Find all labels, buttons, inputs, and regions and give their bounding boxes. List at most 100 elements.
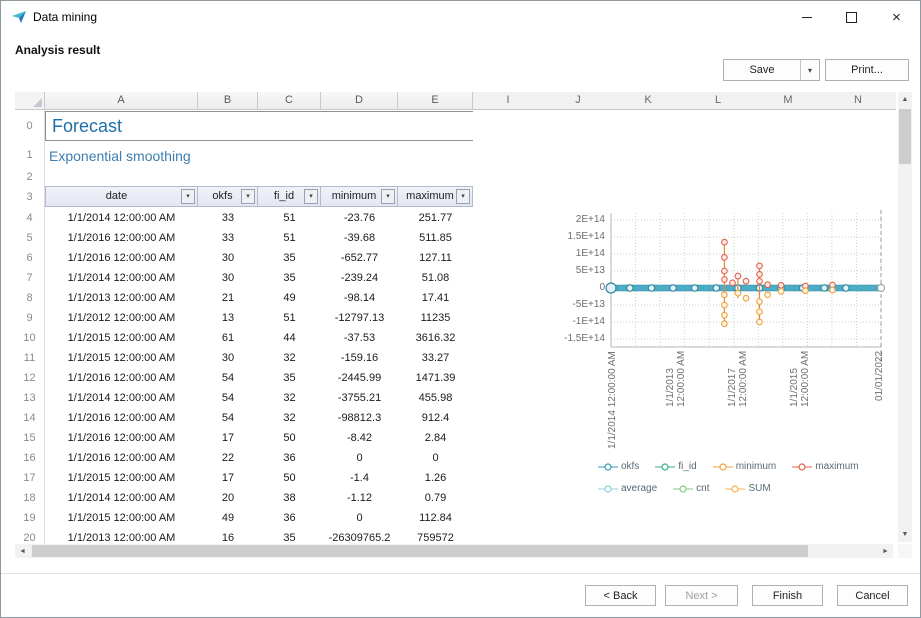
subtitle-cell[interactable]: Exponential smoothing [49,148,191,164]
row-number[interactable]: 10 [15,328,44,348]
column-header-B[interactable]: B [198,92,258,109]
table-cell[interactable]: 33.27 [398,348,473,368]
table-cell[interactable]: 13 [198,308,258,328]
table-cell[interactable]: -37.53 [321,328,398,348]
filter-header-date[interactable]: date▾ [45,186,198,207]
table-cell[interactable]: -39.68 [321,228,398,248]
table-cell[interactable]: 17.41 [398,288,473,308]
row-number[interactable]: 9 [15,308,44,328]
row-number[interactable]: 4 [15,208,44,228]
title-bar[interactable]: Data mining × [1,1,920,33]
forecast-title-cell[interactable]: Forecast [45,111,473,141]
select-all-corner[interactable] [15,92,45,109]
table-cell[interactable]: 50 [258,468,321,488]
table-cell[interactable]: -1.4 [321,468,398,488]
scroll-down-icon[interactable]: ▼ [898,527,912,542]
filter-header-maximum[interactable]: maximum▾ [398,186,473,207]
table-cell[interactable]: 33 [198,228,258,248]
table-cell[interactable]: 32 [258,408,321,428]
row-number[interactable]: 0 [15,110,44,142]
table-cell[interactable]: -1.12 [321,488,398,508]
table-cell[interactable]: 16 [198,528,258,544]
table-cell[interactable]: 1/1/2014 12:00:00 AM [45,268,198,288]
table-cell[interactable]: 1/1/2014 12:00:00 AM [45,388,198,408]
row-number[interactable]: 15 [15,428,44,448]
table-cell[interactable]: 36 [258,448,321,468]
row-number[interactable]: 11 [15,348,44,368]
table-cell[interactable]: -26309765.2 [321,528,398,544]
horizontal-scrollbar[interactable]: ◄ ► [15,544,893,558]
table-cell[interactable]: 1/1/2014 12:00:00 AM [45,208,198,228]
column-header-far[interactable]: J [575,92,581,109]
table-cell[interactable]: 54 [198,368,258,388]
table-cell[interactable]: 1/1/2016 12:00:00 AM [45,368,198,388]
filter-dropdown-button[interactable]: ▾ [241,189,255,204]
table-cell[interactable]: 251.77 [398,208,473,228]
table-cell[interactable]: 1/1/2013 12:00:00 AM [45,528,198,544]
row-number[interactable]: 12 [15,368,44,388]
table-cell[interactable]: 1/1/2015 12:00:00 AM [45,508,198,528]
column-header-far[interactable]: L [715,92,721,109]
column-header-far[interactable]: M [783,92,792,109]
table-cell[interactable]: 44 [258,328,321,348]
row-number[interactable]: 6 [15,248,44,268]
table-cell[interactable]: 127.11 [398,248,473,268]
maximize-button[interactable] [829,2,874,33]
column-header-E[interactable]: E [398,92,473,109]
table-cell[interactable]: -98.14 [321,288,398,308]
table-cell[interactable]: -98812.3 [321,408,398,428]
table-cell[interactable]: 455.98 [398,388,473,408]
cancel-button[interactable]: Cancel [837,585,908,606]
filter-header-fi_id[interactable]: fi_id▾ [258,186,321,207]
table-cell[interactable]: -159.16 [321,348,398,368]
table-cell[interactable]: 0 [321,508,398,528]
table-cell[interactable]: 2.84 [398,428,473,448]
table-cell[interactable]: 0.79 [398,488,473,508]
table-cell[interactable]: 1471.39 [398,368,473,388]
table-cell[interactable]: 30 [198,268,258,288]
column-header-far[interactable]: I [506,92,509,109]
table-cell[interactable]: 0 [321,448,398,468]
row-number[interactable]: 2 [15,168,44,186]
table-cell[interactable]: 36 [258,508,321,528]
row-number[interactable]: 7 [15,268,44,288]
column-header-far[interactable]: K [644,92,651,109]
row-number[interactable]: 13 [15,388,44,408]
filter-header-okfs[interactable]: okfs▾ [198,186,258,207]
table-cell[interactable]: 33 [198,208,258,228]
table-cell[interactable]: 54 [198,408,258,428]
table-cell[interactable]: 0 [398,448,473,468]
table-cell[interactable]: -3755.21 [321,388,398,408]
row-number[interactable]: 16 [15,448,44,468]
table-cell[interactable]: 20 [198,488,258,508]
filter-dropdown-button[interactable]: ▾ [304,189,318,204]
row-number[interactable]: 18 [15,488,44,508]
close-button[interactable]: × [874,2,919,33]
table-cell[interactable]: 112.84 [398,508,473,528]
minimize-button[interactable] [784,2,829,33]
table-cell[interactable]: 759572 [398,528,473,544]
column-header-far[interactable]: N [854,92,862,109]
scroll-left-icon[interactable]: ◄ [15,544,30,558]
table-cell[interactable]: -652.77 [321,248,398,268]
table-cell[interactable]: 32 [258,388,321,408]
column-header-A[interactable]: A [45,92,198,109]
table-cell[interactable]: 54 [198,388,258,408]
table-cell[interactable]: 511.85 [398,228,473,248]
save-dropdown-icon[interactable]: ▾ [801,66,819,75]
table-cell[interactable]: 35 [258,368,321,388]
table-cell[interactable]: 1.26 [398,468,473,488]
table-cell[interactable]: 49 [198,508,258,528]
table-cell[interactable]: 1/1/2016 12:00:00 AM [45,428,198,448]
table-cell[interactable]: -8.42 [321,428,398,448]
table-cell[interactable]: 35 [258,528,321,544]
row-number[interactable]: 8 [15,288,44,308]
table-cell[interactable]: 1/1/2014 12:00:00 AM [45,488,198,508]
table-cell[interactable]: 1/1/2016 12:00:00 AM [45,408,198,428]
table-cell[interactable]: -23.76 [321,208,398,228]
row-number[interactable]: 5 [15,228,44,248]
table-cell[interactable]: 61 [198,328,258,348]
finish-button[interactable]: Finish [752,585,823,606]
scroll-up-icon[interactable]: ▲ [898,92,912,107]
row-number[interactable]: 19 [15,508,44,528]
